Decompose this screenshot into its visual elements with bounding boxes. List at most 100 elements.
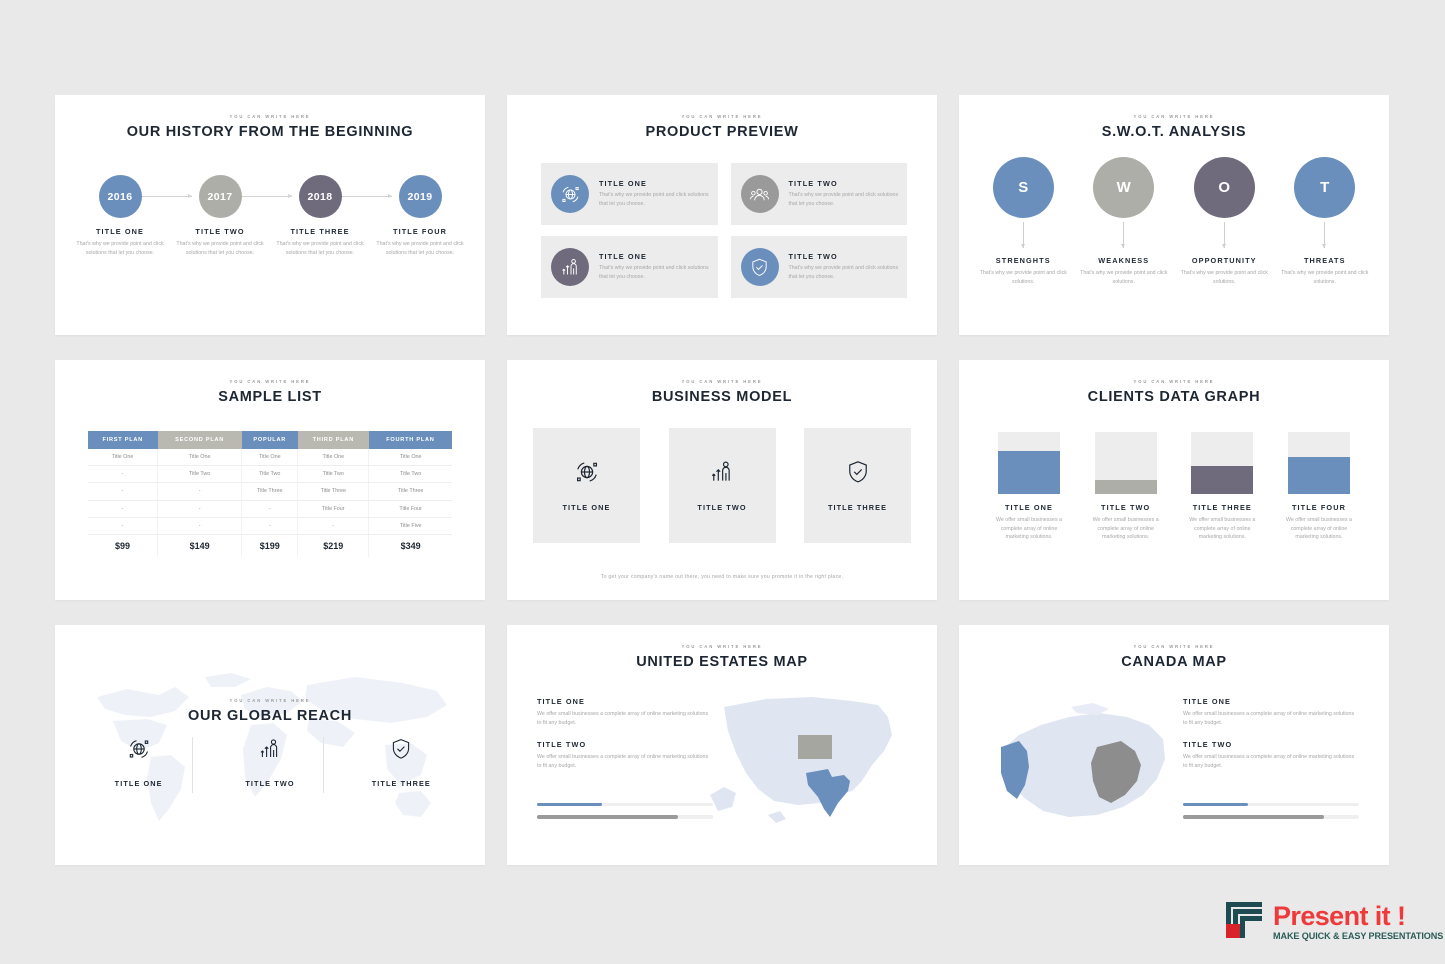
product-card[interactable]: TITLE ONE That's why we provide point an…	[541, 236, 718, 298]
progress-track[interactable]	[1183, 815, 1359, 819]
global-reach-item[interactable]: TITLE TWO	[216, 737, 324, 793]
business-model-card[interactable]: TITLE THREE	[804, 428, 911, 543]
bar-fill	[1094, 480, 1157, 494]
table-cell: -	[88, 482, 159, 501]
slide-grid: YOU CAN WRITE HERE OUR HISTORY FROM THE …	[55, 95, 1390, 865]
logo-text: Present it ! MAKE QUICK & EASY PRESENTAT…	[1273, 900, 1444, 942]
pricing-table[interactable]: FIRST PLAN SECOND PLAN POPULAR THIRD PLA…	[88, 431, 452, 557]
table-cell: -	[241, 517, 299, 535]
timeline-circle: 2019	[398, 175, 442, 218]
bar-chart: TITLE ONE We offer small businesses a co…	[989, 432, 1359, 542]
table-price-row: $99 $149 $199 $219 $349	[88, 534, 452, 557]
arctic-shape	[1071, 703, 1109, 715]
map-block-label: TITLE TWO	[537, 740, 587, 749]
bar-track	[998, 432, 1060, 494]
swot-connector	[1121, 222, 1126, 248]
bar-chart-item[interactable]: TITLE TWO We offer small businesses a co…	[1086, 432, 1166, 542]
global-reach-label: TITLE THREE	[371, 779, 431, 788]
progress-track[interactable]	[537, 815, 713, 819]
timeline-item[interactable]: 2019 TITLE FOUR That's why we provide po…	[370, 175, 470, 257]
swot-letter: W	[1093, 157, 1155, 218]
bar-chart-item[interactable]: TITLE ONE We offer small businesses a co…	[989, 432, 1069, 542]
map-block-body: We offer small businesses a complete arr…	[1183, 754, 1355, 769]
product-card-label: TITLE TWO	[788, 252, 838, 262]
map-block-label: TITLE ONE	[1183, 697, 1232, 706]
bar-fill	[1191, 466, 1254, 494]
map-text-block: TITLE ONE We offer small businesses a co…	[537, 697, 713, 728]
slide-our-history[interactable]: YOU CAN WRITE HERE OUR HISTORY FROM THE …	[55, 95, 485, 335]
timeline-circle: 2016	[98, 175, 142, 218]
canada-map[interactable]	[985, 703, 1185, 838]
product-card[interactable]: TITLE TWO That's why we provide point an…	[730, 236, 907, 298]
brand-logo[interactable]: Present it ! MAKE QUICK & EASY PRESENTAT…	[1222, 898, 1443, 947]
progress-value	[537, 815, 678, 819]
global-reach-item[interactable]: TITLE THREE	[347, 737, 455, 788]
page-title: CANADA MAP	[1121, 654, 1227, 670]
swot-item[interactable]: O OPPORTUNITY That's why we provide poin…	[1177, 157, 1271, 286]
progress-track[interactable]	[537, 803, 713, 807]
business-model-card[interactable]: TITLE TWO	[668, 428, 776, 543]
global-reach-item[interactable]: TITLE ONE	[85, 737, 193, 793]
swot-body: That's why we provide point and click so…	[1281, 270, 1369, 285]
timeline-item[interactable]: 2018 TITLE THREE That's why we provide p…	[270, 175, 392, 257]
bar-chart-item[interactable]: TITLE THREE We offer small businesses a …	[1182, 432, 1262, 542]
alaska-shape	[710, 787, 736, 811]
swot-item[interactable]: S STRENGHTS That's why we provide point …	[976, 157, 1070, 286]
usa-map[interactable]	[702, 691, 912, 836]
timeline-body: That's why we provide point and click so…	[376, 241, 464, 256]
bar-label: TITLE THREE	[1192, 503, 1252, 512]
table-row: - Title Two Title Two Title Two Title Tw…	[88, 465, 452, 484]
map-block-label: TITLE ONE	[537, 697, 586, 706]
table-row: - - Title Three Title Three Title Three	[88, 482, 452, 501]
map-text-block: TITLE ONE We offer small businesses a co…	[1183, 697, 1359, 728]
swot-letter: S	[992, 157, 1054, 218]
product-card[interactable]: TITLE ONE That's why we provide point an…	[541, 163, 718, 225]
growth-person-icon	[709, 459, 735, 490]
map-text-blocks: TITLE ONE We offer small businesses a co…	[1183, 697, 1359, 771]
table-header-cell: FOURTH PLAN	[368, 431, 452, 449]
swot-item[interactable]: W WEAKNESS That's why we provide point a…	[1077, 157, 1171, 286]
business-model-card[interactable]: TITLE ONE	[533, 428, 640, 543]
slide-product-preview[interactable]: YOU CAN WRITE HERE PRODUCT PREVIEW TITLE…	[507, 95, 937, 335]
slide-our-global-reach[interactable]: YOU CAN WRITE HERE OUR GLOBAL REACH TITL…	[55, 625, 485, 865]
progress-track[interactable]	[1183, 803, 1359, 807]
swot-letter: O	[1193, 157, 1255, 218]
price-cell: $199	[241, 534, 299, 557]
table-cell: -	[157, 517, 243, 535]
product-card-text: TITLE TWO That's why we provide point an…	[789, 179, 908, 208]
globe-network-icon	[574, 459, 600, 490]
eyebrow-text: YOU CAN WRITE HERE	[1133, 114, 1215, 119]
bar-body: We offer small businesses a complete arr…	[995, 517, 1063, 541]
table-cell: Title One	[297, 449, 370, 467]
slide-sample-list[interactable]: YOU CAN WRITE HERE SAMPLE LIST FIRST PLA…	[55, 360, 485, 600]
hawaii-shape	[768, 811, 786, 823]
swot-row: S STRENGHTS That's why we provide point …	[973, 157, 1375, 286]
slide-clients-data-graph[interactable]: YOU CAN WRITE HERE CLIENTS DATA GRAPH TI…	[959, 360, 1389, 600]
table-cell: Title One	[157, 449, 243, 467]
price-cell: $99	[88, 534, 159, 557]
logo-title: Present it !	[1273, 900, 1406, 931]
swot-label: WEAKNESS	[1098, 256, 1150, 265]
globe-network-icon	[551, 175, 589, 213]
slide-swot-analysis[interactable]: YOU CAN WRITE HERE S.W.O.T. ANALYSIS S S…	[959, 95, 1389, 335]
table-cell: Title One	[368, 449, 452, 467]
timeline: 2016 TITLE ONE That's why we provide poi…	[55, 175, 485, 257]
business-model-label: TITLE TWO	[697, 503, 747, 512]
slide-business-model[interactable]: YOU CAN WRITE HERE BUSINESS MODEL TITLE …	[507, 360, 937, 600]
product-card-label: TITLE ONE	[599, 252, 648, 262]
table-cell: Title Three	[368, 482, 452, 501]
product-card[interactable]: TITLE TWO That's why we provide point an…	[730, 163, 908, 225]
bar-fill	[998, 450, 1060, 494]
slide-united-estates-map[interactable]: YOU CAN WRITE HERE UNITED ESTATES MAP TI…	[507, 625, 937, 865]
bar-label: TITLE TWO	[1101, 503, 1151, 512]
bar-label: TITLE ONE	[1004, 503, 1053, 512]
logo-tagline: MAKE QUICK & EASY PRESENTATIONS	[1273, 931, 1444, 942]
page-title: SAMPLE LIST	[218, 389, 322, 405]
slide-canada-map[interactable]: YOU CAN WRITE HERE CANADA MAP TITLE ONE …	[959, 625, 1389, 865]
swot-item[interactable]: T THREATS That's why we provide point an…	[1278, 157, 1372, 286]
timeline-item[interactable]: 2016 TITLE ONE That's why we provide poi…	[70, 175, 192, 257]
bar-chart-item[interactable]: TITLE FOUR We offer small businesses a c…	[1279, 432, 1359, 542]
table-cell: Title Four	[297, 500, 370, 518]
shield-check-icon	[389, 737, 413, 766]
timeline-item[interactable]: 2017 TITLE TWO That's why we provide poi…	[170, 175, 292, 257]
